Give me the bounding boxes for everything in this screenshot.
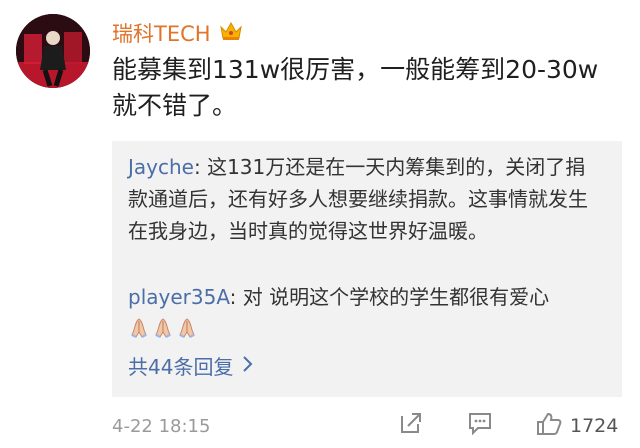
- avatar[interactable]: [16, 14, 90, 88]
- prayer-hands-emoji-row: [128, 317, 198, 339]
- share-button[interactable]: [398, 410, 424, 440]
- username-text[interactable]: 瑞科TECH: [112, 18, 211, 48]
- reply-item[interactable]: player35A: 对 说明这个学校的学生都很有爱心: [128, 281, 602, 313]
- comment-timestamp: 4-22 18:15: [112, 416, 211, 437]
- reply-button[interactable]: [466, 410, 494, 440]
- reply-author[interactable]: player35A: [128, 285, 230, 309]
- thumbs-up-icon: [534, 410, 562, 442]
- view-all-replies-link[interactable]: 共44条回复: [128, 351, 255, 383]
- like-count: 1724: [570, 415, 619, 437]
- crown-badge-icon: [219, 20, 243, 47]
- comment-icon: [466, 413, 494, 440]
- prayer-hands-icon: [131, 318, 147, 338]
- comment-username[interactable]: 瑞科TECH: [112, 18, 243, 48]
- share-icon: [398, 413, 424, 440]
- prayer-hands-icon: [179, 318, 195, 338]
- like-button[interactable]: 1724: [534, 410, 618, 442]
- view-all-replies-label[interactable]: 共44条回复: [128, 351, 233, 383]
- prayer-hands-icon: [155, 318, 171, 338]
- reply-text: : 对 说明这个学校的学生都很有爱心: [229, 285, 550, 309]
- chevron-right-icon: [241, 351, 255, 383]
- comment-text: 能募集到131w很厉害，一般能筹到20-30w就不错了。: [112, 55, 599, 120]
- reply-text: : 这131万还是在一天内筹集到的，关闭了捐款通道后，还有好多人想要继续捐款。这…: [128, 155, 588, 243]
- reply-preview-box[interactable]: Jayche: 这131万还是在一天内筹集到的，关闭了捐款通道后，还有好多人想要…: [112, 141, 622, 397]
- reply-item[interactable]: Jayche: 这131万还是在一天内筹集到的，关闭了捐款通道后，还有好多人想要…: [128, 151, 602, 247]
- reply-author[interactable]: Jayche: [128, 155, 194, 179]
